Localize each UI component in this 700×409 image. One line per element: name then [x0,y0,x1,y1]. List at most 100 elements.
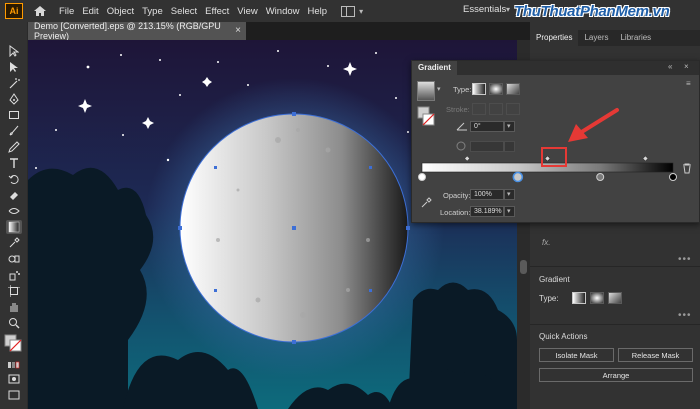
artboard-tool-icon[interactable] [6,284,22,298]
chevron-down-icon[interactable]: ▾ [507,190,511,198]
arrange-documents-icon[interactable] [341,5,356,17]
arrange-button[interactable]: Arrange [539,368,693,382]
chevron-down-icon[interactable]: ▾ [507,122,511,130]
close-icon[interactable]: × [235,25,241,36]
gradient-stop-3[interactable] [669,173,677,181]
gradient-midpoint-0[interactable] [464,155,471,162]
divider [530,266,700,267]
more-options-icon[interactable]: ••• [678,310,692,321]
freeform-gradient-button[interactable] [506,83,520,95]
stroke-along-button[interactable] [489,103,503,115]
menu-effect[interactable]: Effect [205,6,229,17]
menu-type[interactable]: Type [142,6,163,17]
panel-menu-icon[interactable]: ≡ [686,79,691,88]
symbol-sprayer-tool-icon[interactable] [6,268,22,282]
hand-tool-icon[interactable] [6,300,22,314]
tab-layers[interactable]: Layers [578,30,614,46]
direct-selection-tool-icon[interactable] [6,60,22,74]
chevron-down-icon[interactable]: ▾ [437,85,441,93]
aspect-ratio-dropdown[interactable] [504,141,515,152]
gradient-panel-title: Gradient [412,61,457,75]
menu-view[interactable]: View [237,6,257,17]
type-tool-icon[interactable] [6,156,22,170]
home-icon[interactable] [29,2,51,20]
radial-gradient-button[interactable] [590,292,604,304]
gradient-panel-header[interactable]: Gradient « × [412,61,699,75]
radial-gradient-button[interactable] [489,83,503,95]
gradient-bar[interactable] [421,162,674,173]
menu-select[interactable]: Select [171,6,197,17]
watermark: ThuThuatPhanMem.vn [514,3,670,20]
angle-input[interactable]: 0° [470,121,504,132]
isolate-mask-button[interactable]: Isolate Mask [539,348,614,362]
tab-libraries[interactable]: Libraries [614,30,657,46]
gradient-panel: Gradient « × ≡ ▾ Type: Stroke: 0° ▾ Opac… [411,60,700,223]
chevron-down-icon[interactable]: ▾ [506,5,510,14]
fx-icon[interactable]: fx. [542,238,550,247]
gradient-preview-swatch[interactable] [417,81,435,101]
stroke-label: Stroke: [446,105,470,114]
rotate-tool-icon[interactable] [6,172,22,186]
linear-gradient-button[interactable] [572,292,586,304]
menu-object[interactable]: Object [107,6,134,17]
gradient-stop-0[interactable] [418,173,426,181]
gradient-midpoint-2[interactable] [642,155,649,162]
opacity-input[interactable]: 100% [470,189,504,200]
trash-icon[interactable] [682,163,692,174]
gradient-tool-icon[interactable] [6,220,22,234]
scrollbar-thumb[interactable] [520,260,527,274]
workspace-switcher[interactable]: Essentials [463,4,506,15]
magic-wand-tool-icon[interactable] [6,76,22,90]
collapse-icon[interactable]: « [668,62,672,71]
menu-window[interactable]: Window [266,6,300,17]
close-icon[interactable]: × [684,62,689,71]
aspect-ratio-input[interactable] [470,141,504,152]
divider [530,324,700,325]
gradient-section-title: Gradient [539,275,570,284]
screen-mode-icon[interactable] [6,388,22,402]
fill-stroke-swatch[interactable] [417,106,435,126]
location-label: Location: [440,208,471,217]
gradient-midpoint-1[interactable] [544,155,551,162]
location-input[interactable]: 38.189% [470,206,504,217]
aspect-ratio-icon [456,141,466,151]
drawing-mode-icon[interactable] [6,372,22,386]
linear-gradient-button[interactable] [472,83,486,95]
menu-file[interactable]: File [59,6,74,17]
eyedropper-tool-icon[interactable] [6,236,22,250]
release-mask-button[interactable]: Release Mask [618,348,693,362]
edit-toolbar-icon[interactable]: ••• [6,404,22,409]
menu-help[interactable]: Help [308,6,328,17]
gradient-stop-1[interactable] [512,171,524,183]
color-mode-icon[interactable] [6,358,22,372]
angle-icon [456,121,468,131]
zoom-tool-icon[interactable] [6,316,22,330]
freeform-gradient-button[interactable] [608,292,622,304]
type-label: Type: [453,85,472,94]
stroke-within-button[interactable] [472,103,486,115]
rectangle-tool-icon[interactable] [6,108,22,122]
paintbrush-tool-icon[interactable] [6,124,22,138]
opacity-label: Opacity: [443,191,471,200]
eraser-tool-icon[interactable] [6,188,22,202]
eyedropper-icon[interactable] [420,197,432,209]
chevron-down-icon[interactable]: ▾ [507,207,511,215]
chevron-down-icon[interactable]: ▾ [359,7,363,16]
fill-stroke-swatch[interactable] [4,334,22,352]
gradient-type-label: Type: [539,294,559,303]
gradient-stop-2[interactable] [596,173,605,181]
pencil-tool-icon[interactable] [6,140,22,154]
more-options-icon[interactable]: ••• [678,254,692,265]
document-tab-bar: Demo [Converted].eps @ 213.15% (RGB/GPU … [28,21,530,41]
gradient-slider[interactable] [412,153,699,183]
selection-tool-icon[interactable] [6,44,22,58]
width-tool-icon[interactable] [6,204,22,218]
quick-actions-title: Quick Actions [539,332,588,341]
document-title: Demo [Converted].eps @ 213.15% (RGB/GPU … [34,21,221,41]
stroke-across-button[interactable] [506,103,520,115]
pen-tool-icon[interactable] [6,92,22,106]
tab-properties[interactable]: Properties [530,30,579,46]
document-tab[interactable]: Demo [Converted].eps @ 213.15% (RGB/GPU … [28,21,246,41]
menu-edit[interactable]: Edit [82,6,98,17]
blend-tool-icon[interactable] [6,252,22,266]
